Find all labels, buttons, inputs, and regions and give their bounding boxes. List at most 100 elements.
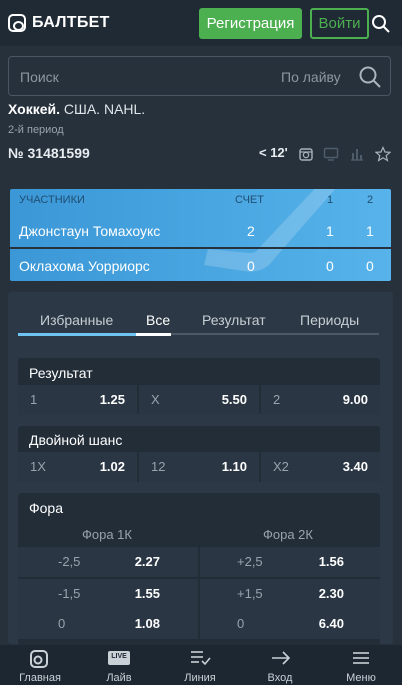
nav-label: Лайв (106, 672, 132, 684)
menu-icon (353, 652, 369, 664)
team-score: 0 (247, 258, 255, 274)
arrow-right-icon (272, 651, 291, 665)
odds-label: X (151, 392, 160, 407)
tab-all[interactable]: Все (146, 312, 170, 328)
odds-label: -2,5 (58, 554, 81, 569)
odds-cell[interactable]: 2 9.00 (261, 385, 380, 415)
team-period2: 0 (366, 258, 374, 274)
nav-label: Главная (19, 672, 61, 684)
scoreboard: УЧАСТНИКИ СЧЕТ 1 2 Джонстаун Томахоукс 2… (10, 189, 391, 281)
odds-cell[interactable]: 1 1.25 (18, 385, 137, 415)
event-number: № 31481599 (8, 145, 90, 161)
odds-row: 1X 1.02 12 1.10 X2 3.40 (18, 452, 380, 482)
alarm-icon[interactable] (298, 146, 314, 162)
odds-cell[interactable]: 0 1.08 (18, 609, 198, 639)
event-timer: < 12' (259, 145, 288, 160)
sport-name: Хоккей. (8, 101, 61, 117)
stats-icon[interactable] (349, 146, 365, 162)
odds-label: +1,5 (237, 586, 263, 601)
logo[interactable]: БАЛТБЕТ (8, 14, 110, 32)
register-button[interactable]: Регистрация (199, 8, 302, 39)
star-icon[interactable] (375, 146, 391, 162)
odds-cell[interactable]: +1,5 2.30 (200, 579, 380, 609)
odds-value: 3.40 (342, 459, 368, 474)
logo-text: БАЛТБЕТ (32, 14, 110, 31)
odds-value: 1.56 (318, 554, 344, 569)
odds-cell[interactable]: -1,5 1.55 (18, 579, 198, 609)
odds-value: 1.02 (99, 459, 125, 474)
team-period2: 1 (366, 223, 374, 239)
team-score: 2 (247, 223, 255, 239)
odds-value: 1.55 (134, 586, 160, 601)
market-title: Фора (29, 500, 64, 516)
odds-value: 6.40 (318, 616, 344, 631)
odds-label: 1X (30, 459, 46, 474)
team-name: Джонстаун Томахоукс (19, 223, 161, 239)
team-row: Джонстаун Томахоукс 2 1 1 (10, 214, 391, 246)
top-header: БАЛТБЕТ Регистрация Войти (0, 0, 402, 46)
odds-cell[interactable]: -2,5 2.27 (18, 547, 198, 577)
odds-label: 1 (30, 392, 38, 407)
nav-line[interactable]: Линия (160, 645, 240, 685)
event-breadcrumb: Хоккей. США. NAHL. (8, 101, 145, 117)
active-tab-underline (136, 333, 171, 336)
market-handicap: Фора Фора 1К Фора 2К -2,5 2.27 +2,5 1.56… (18, 493, 380, 645)
tv-icon[interactable] (323, 146, 339, 162)
handicap-col2-header: Фора 2К (263, 527, 313, 542)
event-period: 2-й период (8, 124, 64, 136)
participants-header: УЧАСТНИКИ (19, 194, 85, 206)
odds-cell[interactable]: 1X 1.02 (18, 452, 137, 482)
odds-label: -1,5 (58, 586, 81, 601)
login-button[interactable]: Войти (310, 8, 369, 39)
nav-home[interactable]: Главная (0, 645, 80, 685)
home-logo-icon (30, 650, 48, 668)
search-icon[interactable] (371, 14, 391, 34)
odds-cell[interactable]: X2 3.40 (261, 452, 380, 482)
odds-row: 1 1.25 X 5.50 2 9.00 (18, 385, 380, 415)
nav-live[interactable]: LIVE Лайв (79, 645, 159, 685)
market-double-chance: Двойной шанс 1X 1.02 12 1.10 X2 3.40 (18, 426, 380, 482)
odds-value: 1.10 (221, 459, 247, 474)
odds-value: 9.00 (342, 392, 368, 407)
odds-cell[interactable]: X 5.50 (139, 385, 259, 415)
odds-cell[interactable]: 12 1.10 (139, 452, 259, 482)
market-title: Двойной шанс (29, 432, 123, 448)
team-name: Оклахома Уорриорс (19, 258, 150, 274)
bottom-nav: Главная LIVE Лайв Линия Вход Меню (0, 645, 402, 685)
nav-label: Вход (267, 672, 293, 684)
period1-header: 1 (327, 194, 334, 206)
tab-result[interactable]: Результат (202, 312, 266, 328)
odds-cell[interactable]: 0 6.40 (200, 609, 380, 639)
odds-value: 1.08 (134, 616, 160, 631)
league-name: США. NAHL. (63, 101, 146, 117)
search-icon[interactable] (358, 65, 382, 89)
market-title: Результат (29, 365, 93, 381)
odds-label: X2 (273, 459, 289, 474)
odds-label: 2 (273, 392, 281, 407)
market-result: Результат 1 1.25 X 5.50 2 9.00 (18, 358, 380, 415)
team-period1: 1 (326, 223, 334, 239)
search-filter-label[interactable]: По лайву (281, 69, 341, 85)
odds-cell[interactable]: +2,5 1.56 (200, 547, 380, 577)
list-check-icon (191, 651, 211, 666)
odds-value: 2.27 (134, 554, 160, 569)
tab-favorites[interactable]: Избранные (40, 312, 113, 328)
handicap-col1-header: Фора 1К (82, 527, 132, 542)
logo-icon (8, 14, 26, 32)
odds-value: 2.30 (318, 586, 344, 601)
scoreboard-header: УЧАСТНИКИ СЧЕТ 1 2 (10, 189, 391, 211)
live-badge-text: LIVE (111, 653, 127, 660)
odds-label: 0 (58, 616, 66, 631)
odds-label: 0 (237, 616, 245, 631)
nav-login[interactable]: Вход (240, 645, 320, 685)
odds-value: 1.25 (99, 392, 125, 407)
odds-label: 12 (151, 459, 166, 474)
nav-menu[interactable]: Меню (321, 645, 401, 685)
nav-label: Меню (346, 672, 376, 684)
team-row: Оклахома Уорриорс 0 0 0 (10, 249, 391, 281)
tab-periods[interactable]: Периоды (300, 312, 359, 328)
search-input[interactable]: Поиск По лайву (8, 56, 391, 96)
period2-header: 2 (367, 194, 374, 206)
odds-label: +2,5 (237, 554, 263, 569)
team-period1: 0 (326, 258, 334, 274)
